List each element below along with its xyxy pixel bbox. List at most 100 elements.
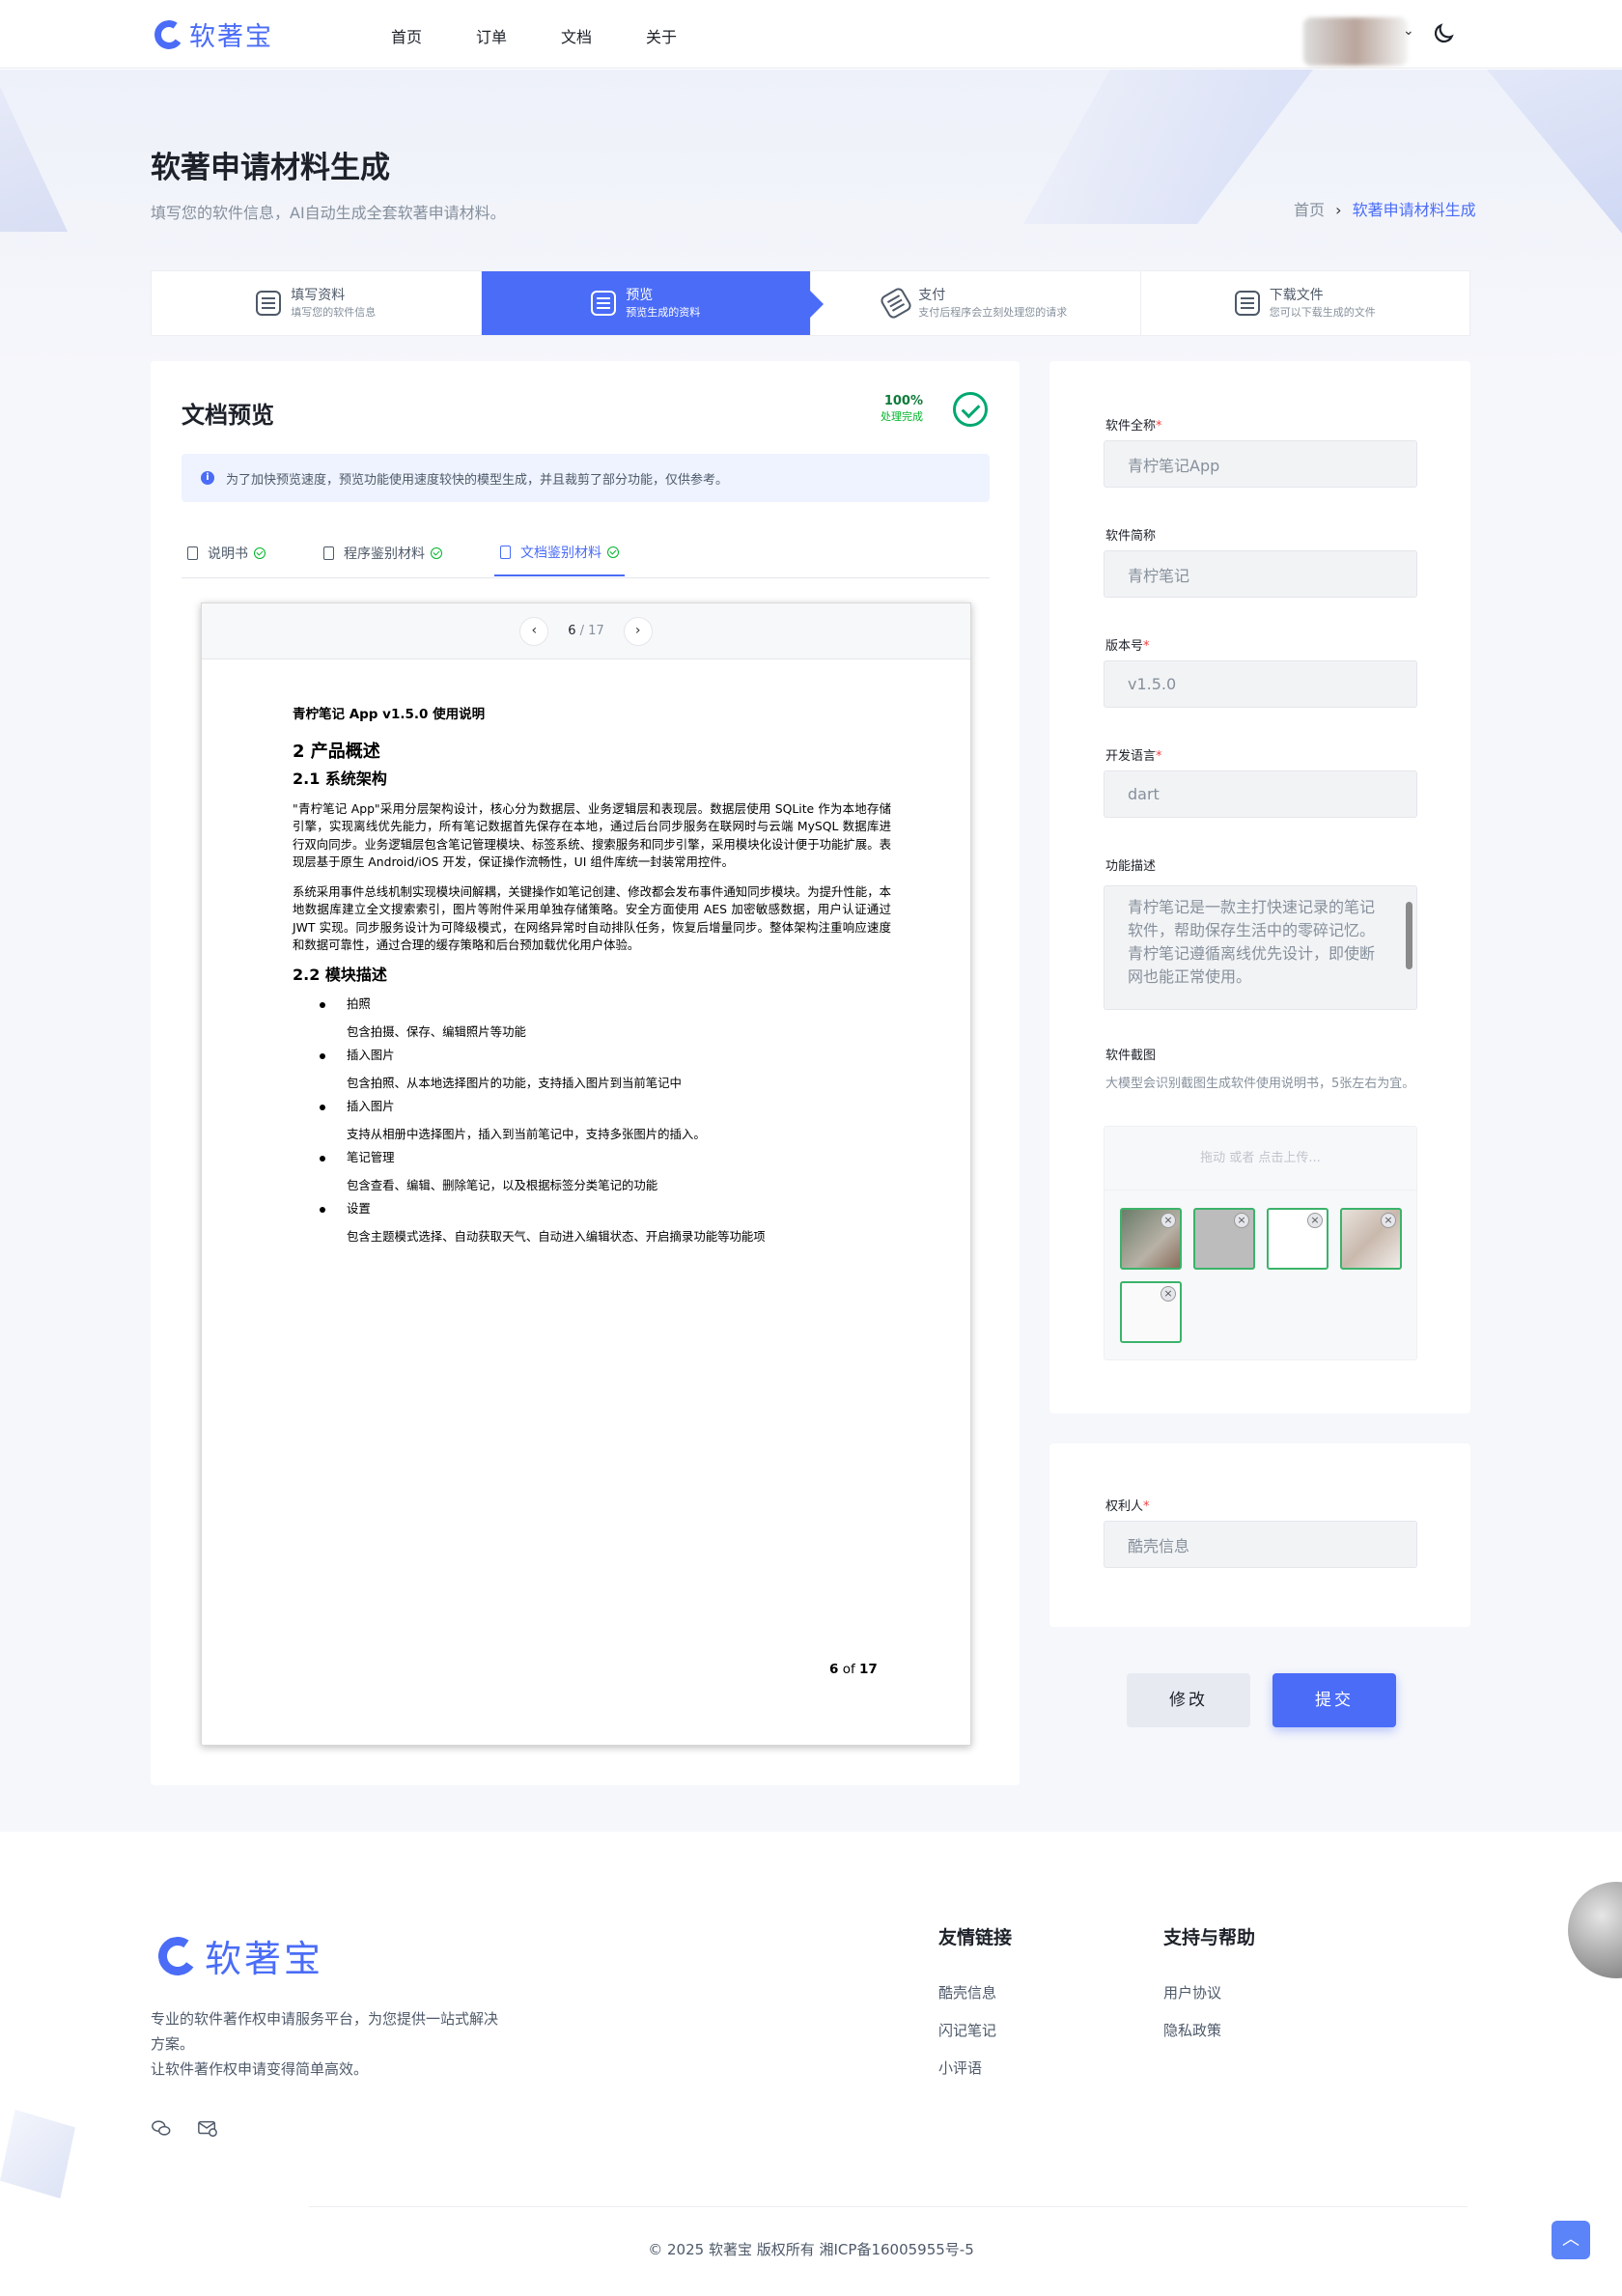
remove-icon[interactable]: × — [1234, 1213, 1249, 1228]
prev-page-button[interactable]: ‹ — [519, 616, 549, 646]
step-fill-info[interactable]: 填写资料 填写您的软件信息 — [152, 271, 482, 335]
page-title: 软著申请材料生成 — [151, 151, 390, 185]
site-logo[interactable]: 软著宝 — [152, 15, 273, 53]
back-to-top-button[interactable]: ︿ — [1552, 2221, 1590, 2259]
top-navbar: 软著宝 首页 订单 文档 关于 ⌄ — [0, 0, 1622, 69]
step-payment[interactable]: 支付 支付后程序会立刻处理您的请求 — [811, 271, 1141, 335]
owner-form: 权利人* 酷壳信息 — [1049, 1443, 1470, 1627]
remove-icon[interactable]: × — [1307, 1213, 1323, 1228]
tab-label: 程序鉴别材料 — [344, 546, 425, 562]
function-desc-textarea[interactable]: 青柠笔记是一款主打快速记录的笔记软件，帮助保存生活中的零碎记忆。青柠笔记遵循离线… — [1104, 885, 1417, 1010]
footer-divider — [309, 2206, 1468, 2207]
breadcrumb: 首页 › 软著申请材料生成 — [1294, 197, 1476, 220]
list-item: 插入图片 支持从相册中选择图片，插入到当前笔记中，支持多张图片的插入。 — [320, 1098, 891, 1143]
owner-field[interactable]: 酷壳信息 — [1104, 1521, 1417, 1568]
check-icon — [254, 547, 266, 559]
screenshot-thumbnail[interactable]: × — [1340, 1208, 1402, 1270]
dark-mode-moon-icon[interactable] — [1431, 21, 1456, 46]
language-field[interactable]: dart — [1104, 770, 1417, 818]
remove-icon[interactable]: × — [1161, 1213, 1176, 1228]
check-icon — [431, 547, 442, 559]
remove-icon[interactable]: × — [1161, 1286, 1176, 1302]
edit-button[interactable]: 修改 — [1127, 1673, 1250, 1727]
tab-manual[interactable]: 说明书 — [182, 530, 271, 576]
page-footer: 6 of 17 — [829, 1662, 878, 1677]
screenshot-thumbnail[interactable]: × — [1120, 1281, 1182, 1343]
step-desc: 填写您的软件信息 — [291, 306, 377, 319]
screenshot-thumbnail[interactable]: × — [1120, 1208, 1182, 1270]
check-circle-icon — [953, 392, 988, 427]
progress-percent: 100% — [883, 394, 923, 408]
chevron-up-icon: ︿ — [1562, 2229, 1580, 2250]
logo-mark-icon — [152, 17, 186, 51]
next-page-button[interactable]: › — [623, 616, 653, 646]
user-avatar[interactable] — [1303, 17, 1408, 66]
screenshots-label: 软件截图 — [1105, 1049, 1157, 1063]
logo-text: 软著宝 — [205, 1938, 324, 1980]
processing-status: 100% 处理完成 — [881, 394, 923, 425]
doc-tabs: 说明书 程序鉴别材料 文档鉴别材料 — [182, 530, 990, 578]
footer-desc-line: 专业的软件著作权申请服务平台，为您提供一站式解决方案。 — [151, 2010, 499, 2053]
chevron-down-icon[interactable]: ⌄ — [1403, 23, 1414, 39]
wechat-icon[interactable] — [151, 2117, 172, 2139]
payment-icon — [879, 286, 914, 321]
footer-link[interactable]: 酷壳信息 — [938, 1982, 1012, 2002]
step-preview[interactable]: 预览 预览生成的资料 — [481, 271, 824, 335]
friend-links-title: 友情链接 — [938, 1927, 1013, 1948]
help-links-title: 支持与帮助 — [1163, 1927, 1256, 1948]
submit-button[interactable]: 提交 — [1272, 1673, 1396, 1727]
help-links-column: 支持与帮助 用户协议 隐私政策 — [1163, 1923, 1255, 2058]
footer-logo[interactable]: 软著宝 — [154, 1929, 324, 1982]
nav-docs[interactable]: 文档 — [561, 24, 592, 47]
email-icon[interactable] — [197, 2117, 218, 2139]
footer-total: 17 — [859, 1662, 878, 1677]
list-item: 笔记管理 包含查看、编辑、删除笔记，以及根据标签分类笔记的功能 — [320, 1149, 891, 1194]
step-download[interactable]: 下载文件 您可以下载生成的文件 — [1141, 271, 1470, 335]
page-subtitle: 填写您的软件信息，AI自动生成全套软著申请材料。 — [151, 204, 506, 222]
version-field[interactable]: v1.5.0 — [1104, 660, 1417, 708]
field-value: 青柠笔记 — [1128, 566, 1190, 585]
doc-heading: 2 产品概述 — [293, 741, 380, 762]
nav-about[interactable]: 关于 — [646, 24, 677, 47]
main-nav: 首页 订单 文档 关于 — [391, 24, 677, 47]
footer-link[interactable]: 隐私政策 — [1163, 2020, 1255, 2040]
notice-text: 为了加快预览速度，预览功能使用速度较快的模型生成，并且裁剪了部分功能，仅供参考。 — [226, 472, 729, 488]
footer-link[interactable]: 闪记笔记 — [938, 2020, 1012, 2040]
module-list: 拍照 包含拍摄、保存、编辑照片等功能 插入图片 包含拍照、从本地选择图片的功能，支持… — [320, 995, 891, 1246]
tab-program-material[interactable]: 程序鉴别材料 — [318, 530, 448, 576]
footer-link[interactable]: 用户协议 — [1163, 1982, 1255, 2002]
upload-dropzone-text[interactable]: 拖动 或者 点击上传... — [1105, 1127, 1416, 1190]
function-desc-label: 功能描述 — [1105, 859, 1157, 874]
footer-link[interactable]: 小评语 — [938, 2058, 1012, 2078]
full-name-label: 软件全称* — [1105, 419, 1162, 434]
breadcrumb-home[interactable]: 首页 — [1294, 201, 1325, 219]
screenshot-uploader[interactable]: 拖动 或者 点击上传... × × × × × — [1104, 1126, 1417, 1360]
tab-document-material[interactable]: 文档鉴别材料 — [494, 530, 625, 576]
doc-paragraph: 系统采用事件总线机制实现模块间解耦，关键操作如笔记创建、修改都会发布事件通知同步… — [293, 883, 891, 953]
remove-icon[interactable]: × — [1381, 1213, 1396, 1228]
preview-icon — [591, 291, 617, 316]
footer-of: of — [842, 1662, 855, 1677]
breadcrumb-current: 软著申请材料生成 — [1352, 201, 1476, 219]
module-desc: 包含拍摄、保存、编辑照片等功能 — [347, 1023, 526, 1039]
doc-paragraph: "青柠笔记 App"采用分层架构设计，核心分为数据层、业务逻辑层和表现层。数据层… — [293, 800, 891, 870]
nav-home[interactable]: 首页 — [391, 24, 422, 47]
progress-steps: 填写资料 填写您的软件信息 预览 预览生成的资料 支付 支付后程序会立刻处理您的请求 … — [151, 270, 1470, 336]
screenshot-thumbnail[interactable]: × — [1193, 1208, 1255, 1270]
list-item: 拍照 包含拍摄、保存、编辑照片等功能 — [320, 995, 891, 1041]
screenshot-thumbnail[interactable]: × — [1267, 1208, 1328, 1270]
logo-mark-icon — [154, 1933, 201, 1978]
doc-subheading: 2.1 系统架构 — [293, 770, 387, 788]
progress-label: 处理完成 — [881, 410, 923, 423]
doc-subheading: 2.2 模块描述 — [293, 965, 387, 984]
nav-orders[interactable]: 订单 — [476, 24, 507, 47]
module-desc: 包含拍照、从本地选择图片的功能，支持插入图片到当前笔记中 — [347, 1075, 682, 1090]
download-folder-icon — [1234, 291, 1260, 316]
short-name-field[interactable]: 青柠笔记 — [1104, 550, 1417, 598]
scrollbar[interactable] — [1406, 902, 1412, 969]
step-desc: 您可以下载生成的文件 — [1269, 306, 1376, 319]
field-value: 青柠笔记App — [1128, 456, 1220, 475]
pdf-page-content: 青柠笔记 App v1.5.0 使用说明 2 产品概述 2.1 系统架构 "青柠… — [293, 706, 891, 1251]
step-title: 支付 — [918, 288, 946, 303]
full-name-field[interactable]: 青柠笔记App — [1104, 440, 1417, 488]
